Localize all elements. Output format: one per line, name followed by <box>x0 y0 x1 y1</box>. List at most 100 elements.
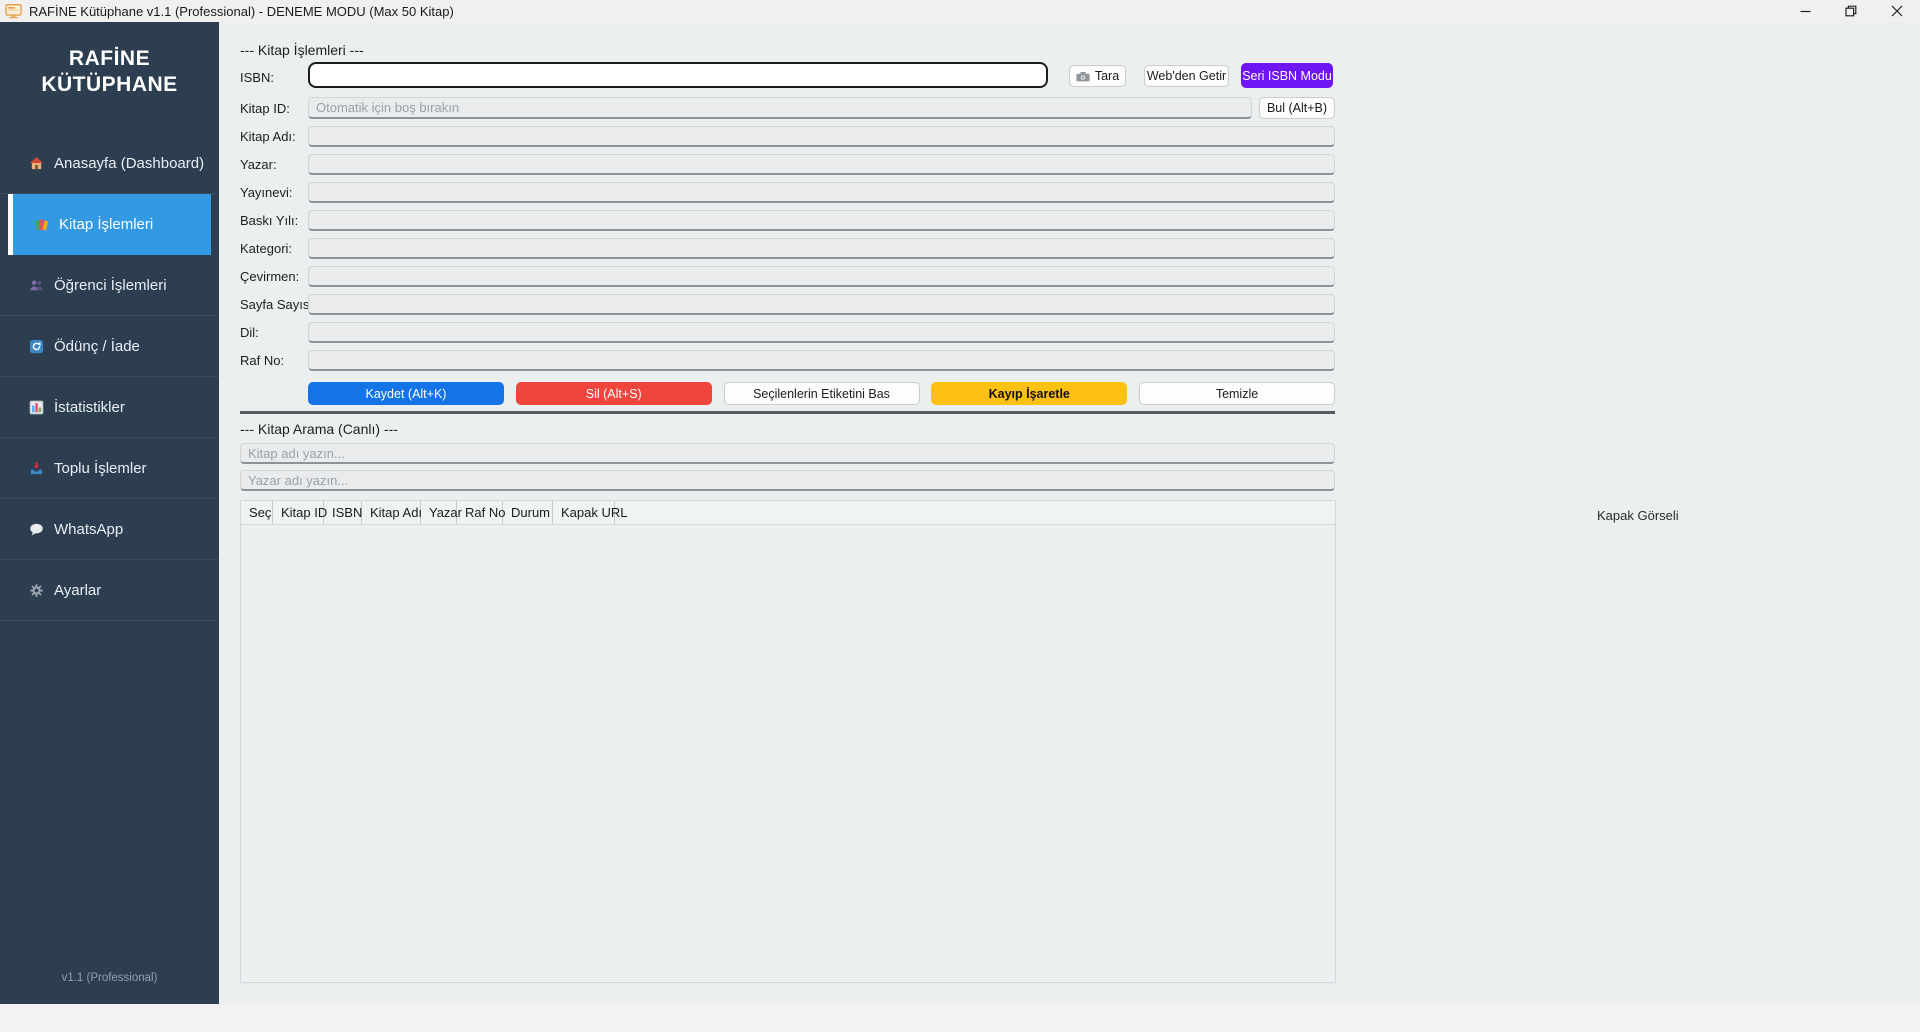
clear-button[interactable]: Temizle <box>1139 382 1335 405</box>
books-icon <box>33 217 49 233</box>
cover-image-label: Kapak Görseli <box>1597 508 1679 523</box>
section-divider <box>240 411 1335 414</box>
find-button-label: Bul (Alt+B) <box>1266 101 1328 115</box>
scan-button[interactable]: Tara <box>1069 65 1126 87</box>
sidebar-item-label: Ödünç / İade <box>54 337 140 355</box>
chat-icon <box>28 521 44 537</box>
form-row: Kategori: <box>219 238 1920 259</box>
mark-lost-button[interactable]: Kayıp İşaretle <box>931 382 1128 405</box>
kategori-label: Kategori: <box>240 241 293 256</box>
isbn-label: ISBN: <box>240 70 274 85</box>
clear-button-label: Temizle <box>1215 386 1259 401</box>
raf-no-label: Raf No: <box>240 353 285 368</box>
scan-button-label: Tara <box>1094 69 1120 83</box>
form-row: Yazar: <box>219 154 1920 175</box>
sidebar-item-label: WhatsApp <box>54 520 124 538</box>
sidebar-item-ayarlar[interactable]: Ayarlar <box>0 560 219 621</box>
dil-input[interactable] <box>308 322 1335 343</box>
yayinevi-label: Yayınevi: <box>240 185 293 200</box>
column-header-kapak-url[interactable]: Kapak URL <box>553 501 627 524</box>
sidebar-item-toplu-islemler[interactable]: Toplu İşlemler <box>0 438 219 499</box>
sidebar: RAFİNE KÜTÜPHANE Anasayfa (Dashboard) Ki… <box>0 22 219 1004</box>
logo-line2: KÜTÜPHANE <box>41 73 178 96</box>
column-header-kitap-adi[interactable]: Kitap Adı <box>362 501 422 524</box>
search-author-input[interactable] <box>240 470 1335 491</box>
restore-button[interactable] <box>1828 0 1874 22</box>
main-content: --- Kitap İşlemleri --- ISBN: Tara Web'd… <box>219 22 1920 1004</box>
web-fetch-button[interactable]: Web'den Getir <box>1144 65 1229 87</box>
stats-icon <box>28 399 44 415</box>
kitap-id-input[interactable] <box>308 97 1252 119</box>
serial-isbn-mode-button[interactable]: Seri ISBN Modu <box>1241 63 1333 88</box>
column-header-kitap-id[interactable]: Kitap ID <box>273 501 327 524</box>
yazar-input[interactable] <box>308 154 1335 175</box>
column-header-raf-no[interactable]: Raf No <box>457 501 505 524</box>
sidebar-item-ogrenci-islemleri[interactable]: Öğrenci İşlemleri <box>0 255 219 316</box>
print-labels-button[interactable]: Seçilenlerin Etiketini Bas <box>723 382 920 405</box>
version-label: v1.1 (Professional) <box>61 972 158 984</box>
save-button-label: Kaydet (Alt+K) <box>365 386 447 401</box>
sidebar-item-odunc-iade[interactable]: Ödünç / İade <box>0 316 219 377</box>
form-row: Yayınevi: <box>219 182 1920 203</box>
sidebar-nav: Anasayfa (Dashboard) Kitap İşlemleri Öğr… <box>0 133 219 621</box>
delete-button[interactable]: Sil (Alt+S) <box>515 382 712 405</box>
refresh-icon <box>28 338 44 354</box>
cevirmen-input[interactable] <box>308 266 1335 287</box>
kitap-adi-label: Kitap Adı: <box>240 129 296 144</box>
form-row: Raf No: <box>219 350 1920 371</box>
sidebar-item-label: İstatistikler <box>54 398 125 416</box>
sayfa-sayisi-label: Sayfa Sayısı: <box>240 297 317 312</box>
camera-icon <box>1076 71 1090 82</box>
dil-label: Dil: <box>240 325 259 340</box>
sayfa-sayisi-input[interactable] <box>308 294 1335 315</box>
kitap-id-label: Kitap ID: <box>240 101 290 116</box>
raf-no-input[interactable] <box>308 350 1335 371</box>
baski-yili-label: Baskı Yılı: <box>240 213 299 228</box>
baski-yili-input[interactable] <box>308 210 1335 231</box>
action-buttons: Kaydet (Alt+K) Sil (Alt+S) Seçilenlerin … <box>308 382 1335 405</box>
minimize-button[interactable] <box>1782 0 1828 22</box>
mark-lost-label: Kayıp İşaretle <box>988 386 1070 401</box>
people-icon <box>28 277 44 293</box>
table-header-row: Seç Kitap ID ISBN Kitap Adı Yazar Raf No… <box>241 501 1335 525</box>
web-fetch-button-label: Web'den Getir <box>1146 69 1227 83</box>
form-row: Çevirmen: <box>219 266 1920 287</box>
column-header-yazar[interactable]: Yazar <box>421 501 462 524</box>
form-row: Kitap Adı: <box>219 126 1920 147</box>
delete-button-label: Sil (Alt+S) <box>585 386 642 401</box>
window-bottom-strip <box>0 1004 1920 1032</box>
find-button[interactable]: Bul (Alt+B) <box>1259 97 1335 119</box>
sidebar-item-kitap-islemleri[interactable]: Kitap İşlemleri <box>8 194 211 255</box>
search-section-title: --- Kitap Arama (Canlı) --- <box>240 421 398 437</box>
form-row: Baskı Yılı: <box>219 210 1920 231</box>
sidebar-item-label: Toplu İşlemler <box>54 459 147 477</box>
sidebar-item-label: Anasayfa (Dashboard) <box>54 154 205 172</box>
kategori-input[interactable] <box>308 238 1335 259</box>
kitap-adi-input[interactable] <box>308 126 1335 147</box>
yayinevi-input[interactable] <box>308 182 1335 203</box>
gear-icon <box>28 582 44 598</box>
book-section-title: --- Kitap İşlemleri --- <box>240 42 364 58</box>
column-header-filler <box>615 501 1335 524</box>
sidebar-item-label: Kitap İşlemleri <box>59 216 154 233</box>
column-header-sec[interactable]: Seç <box>241 501 273 524</box>
house-icon <box>28 155 44 171</box>
yazar-label: Yazar: <box>240 157 277 172</box>
column-header-durum[interactable]: Durum <box>503 501 553 524</box>
search-book-name-input[interactable] <box>240 443 1335 464</box>
sidebar-item-label: Ayarlar <box>54 581 102 599</box>
column-header-isbn[interactable]: ISBN <box>324 501 362 524</box>
close-button[interactable] <box>1874 0 1920 22</box>
app-logo: RAFİNE KÜTÜPHANE <box>0 46 219 98</box>
sidebar-item-istatistikler[interactable]: İstatistikler <box>0 377 219 438</box>
sidebar-item-whatsapp[interactable]: WhatsApp <box>0 499 219 560</box>
sidebar-item-label: Öğrenci İşlemleri <box>54 276 167 294</box>
sidebar-item-anasayfa[interactable]: Anasayfa (Dashboard) <box>0 133 219 194</box>
inbox-icon <box>28 460 44 476</box>
window-title: RAFİNE Kütüphane v1.1 (Professional) - D… <box>29 3 454 19</box>
isbn-input[interactable] <box>308 62 1048 88</box>
save-button[interactable]: Kaydet (Alt+K) <box>308 382 504 405</box>
form-row: Sayfa Sayısı: <box>219 294 1920 315</box>
form-row: Dil: <box>219 322 1920 343</box>
book-results-table: Seç Kitap ID ISBN Kitap Adı Yazar Raf No… <box>240 500 1336 983</box>
